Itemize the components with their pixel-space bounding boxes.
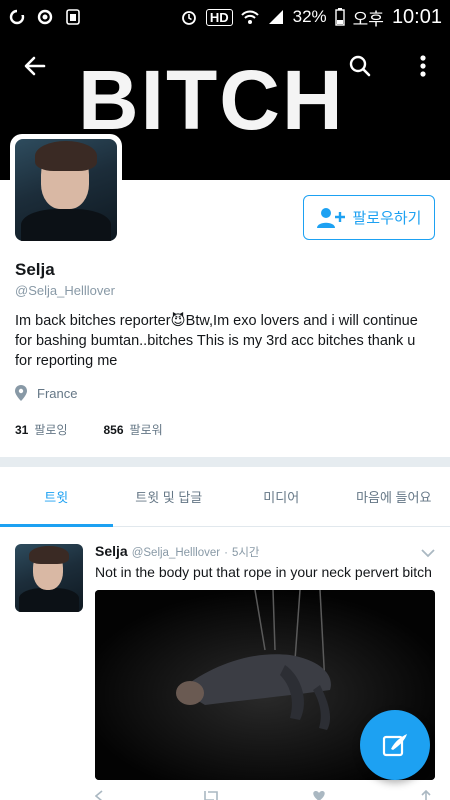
clock: 10:01	[391, 5, 442, 28]
alarm-icon	[181, 11, 196, 25]
bio-line: for reporting me	[15, 353, 118, 369]
tweet-author-name[interactable]: Selja	[95, 543, 128, 559]
tab-tweets[interactable]: 트윗	[0, 467, 113, 527]
profile-bio: Im back bitches reporter😈Btw,Im exo love…	[15, 311, 440, 371]
status-bar: HD 32% 오후 10:01	[0, 0, 450, 34]
follow-button-label: 팔로우하기	[352, 210, 422, 227]
hd-badge: HD	[205, 8, 233, 26]
record-icon	[37, 9, 53, 25]
follow-button[interactable]: 팔로우하기	[303, 195, 435, 240]
tweet-actions	[95, 790, 435, 800]
gallery-icon	[66, 9, 80, 25]
tweet-header: Selja @Selja_Helllover · 5시간	[95, 543, 260, 560]
compose-tweet-button[interactable]	[360, 710, 430, 780]
add-user-icon	[317, 207, 346, 228]
user-handle: @Selja_Helllover	[15, 283, 115, 298]
battery-icon	[334, 8, 345, 26]
location-text: France	[37, 385, 78, 401]
status-notifications	[8, 8, 82, 26]
location-pin-icon	[15, 385, 27, 401]
status-system: HD 32% 오후 10:01	[180, 5, 442, 30]
profile-tabs: 트윗 트윗 및 답글 미디어 마음에 들어요	[0, 467, 450, 527]
tab-media[interactable]: 미디어	[225, 467, 338, 526]
ampm-label: 오후	[352, 9, 384, 29]
tweet-author-handle: @Selja_Helllover	[131, 547, 221, 559]
profile-avatar[interactable]	[10, 134, 122, 246]
section-divider	[0, 457, 450, 467]
display-name: Selja	[15, 260, 55, 279]
more-options-button[interactable]	[405, 48, 441, 84]
avatar-image	[15, 139, 117, 241]
following-count[interactable]: 31 팔로잉	[15, 421, 67, 438]
compose-icon	[382, 734, 407, 757]
reply-icon[interactable]	[95, 790, 113, 800]
tab-tweets-and-replies[interactable]: 트윗 및 답글	[113, 467, 226, 526]
search-icon	[349, 55, 371, 77]
tweet-text: Not in the body put that rope in your ne…	[95, 564, 432, 580]
back-button[interactable]	[17, 48, 53, 84]
like-icon[interactable]	[310, 790, 328, 800]
tweet-separator: ·	[224, 547, 228, 559]
arrow-left-icon	[24, 56, 46, 76]
profile-location: France	[15, 385, 77, 401]
bio-line: for bashing bumtan..bitches This is my 3…	[15, 333, 416, 349]
tweet-timestamp: 5시간	[231, 547, 260, 559]
search-button[interactable]	[342, 48, 378, 84]
banner-text: BITCH	[78, 53, 345, 147]
followers-count[interactable]: 856 팔로워	[103, 421, 162, 438]
follow-counts: 31 팔로잉 856 팔로워	[15, 421, 163, 438]
battery-percent: 32%	[292, 7, 327, 26]
bio-line: Im back bitches reporter😈Btw,Im exo love…	[15, 313, 418, 329]
signal-icon	[268, 10, 283, 24]
tweet-avatar[interactable]	[15, 544, 83, 612]
share-icon[interactable]	[417, 790, 435, 800]
sync-icon	[9, 9, 25, 25]
more-vertical-icon	[420, 55, 426, 77]
chevron-down-icon[interactable]	[420, 545, 436, 561]
retweet-icon[interactable]	[202, 790, 220, 800]
wifi-icon	[240, 10, 259, 24]
tab-likes[interactable]: 마음에 들어요	[338, 467, 450, 526]
